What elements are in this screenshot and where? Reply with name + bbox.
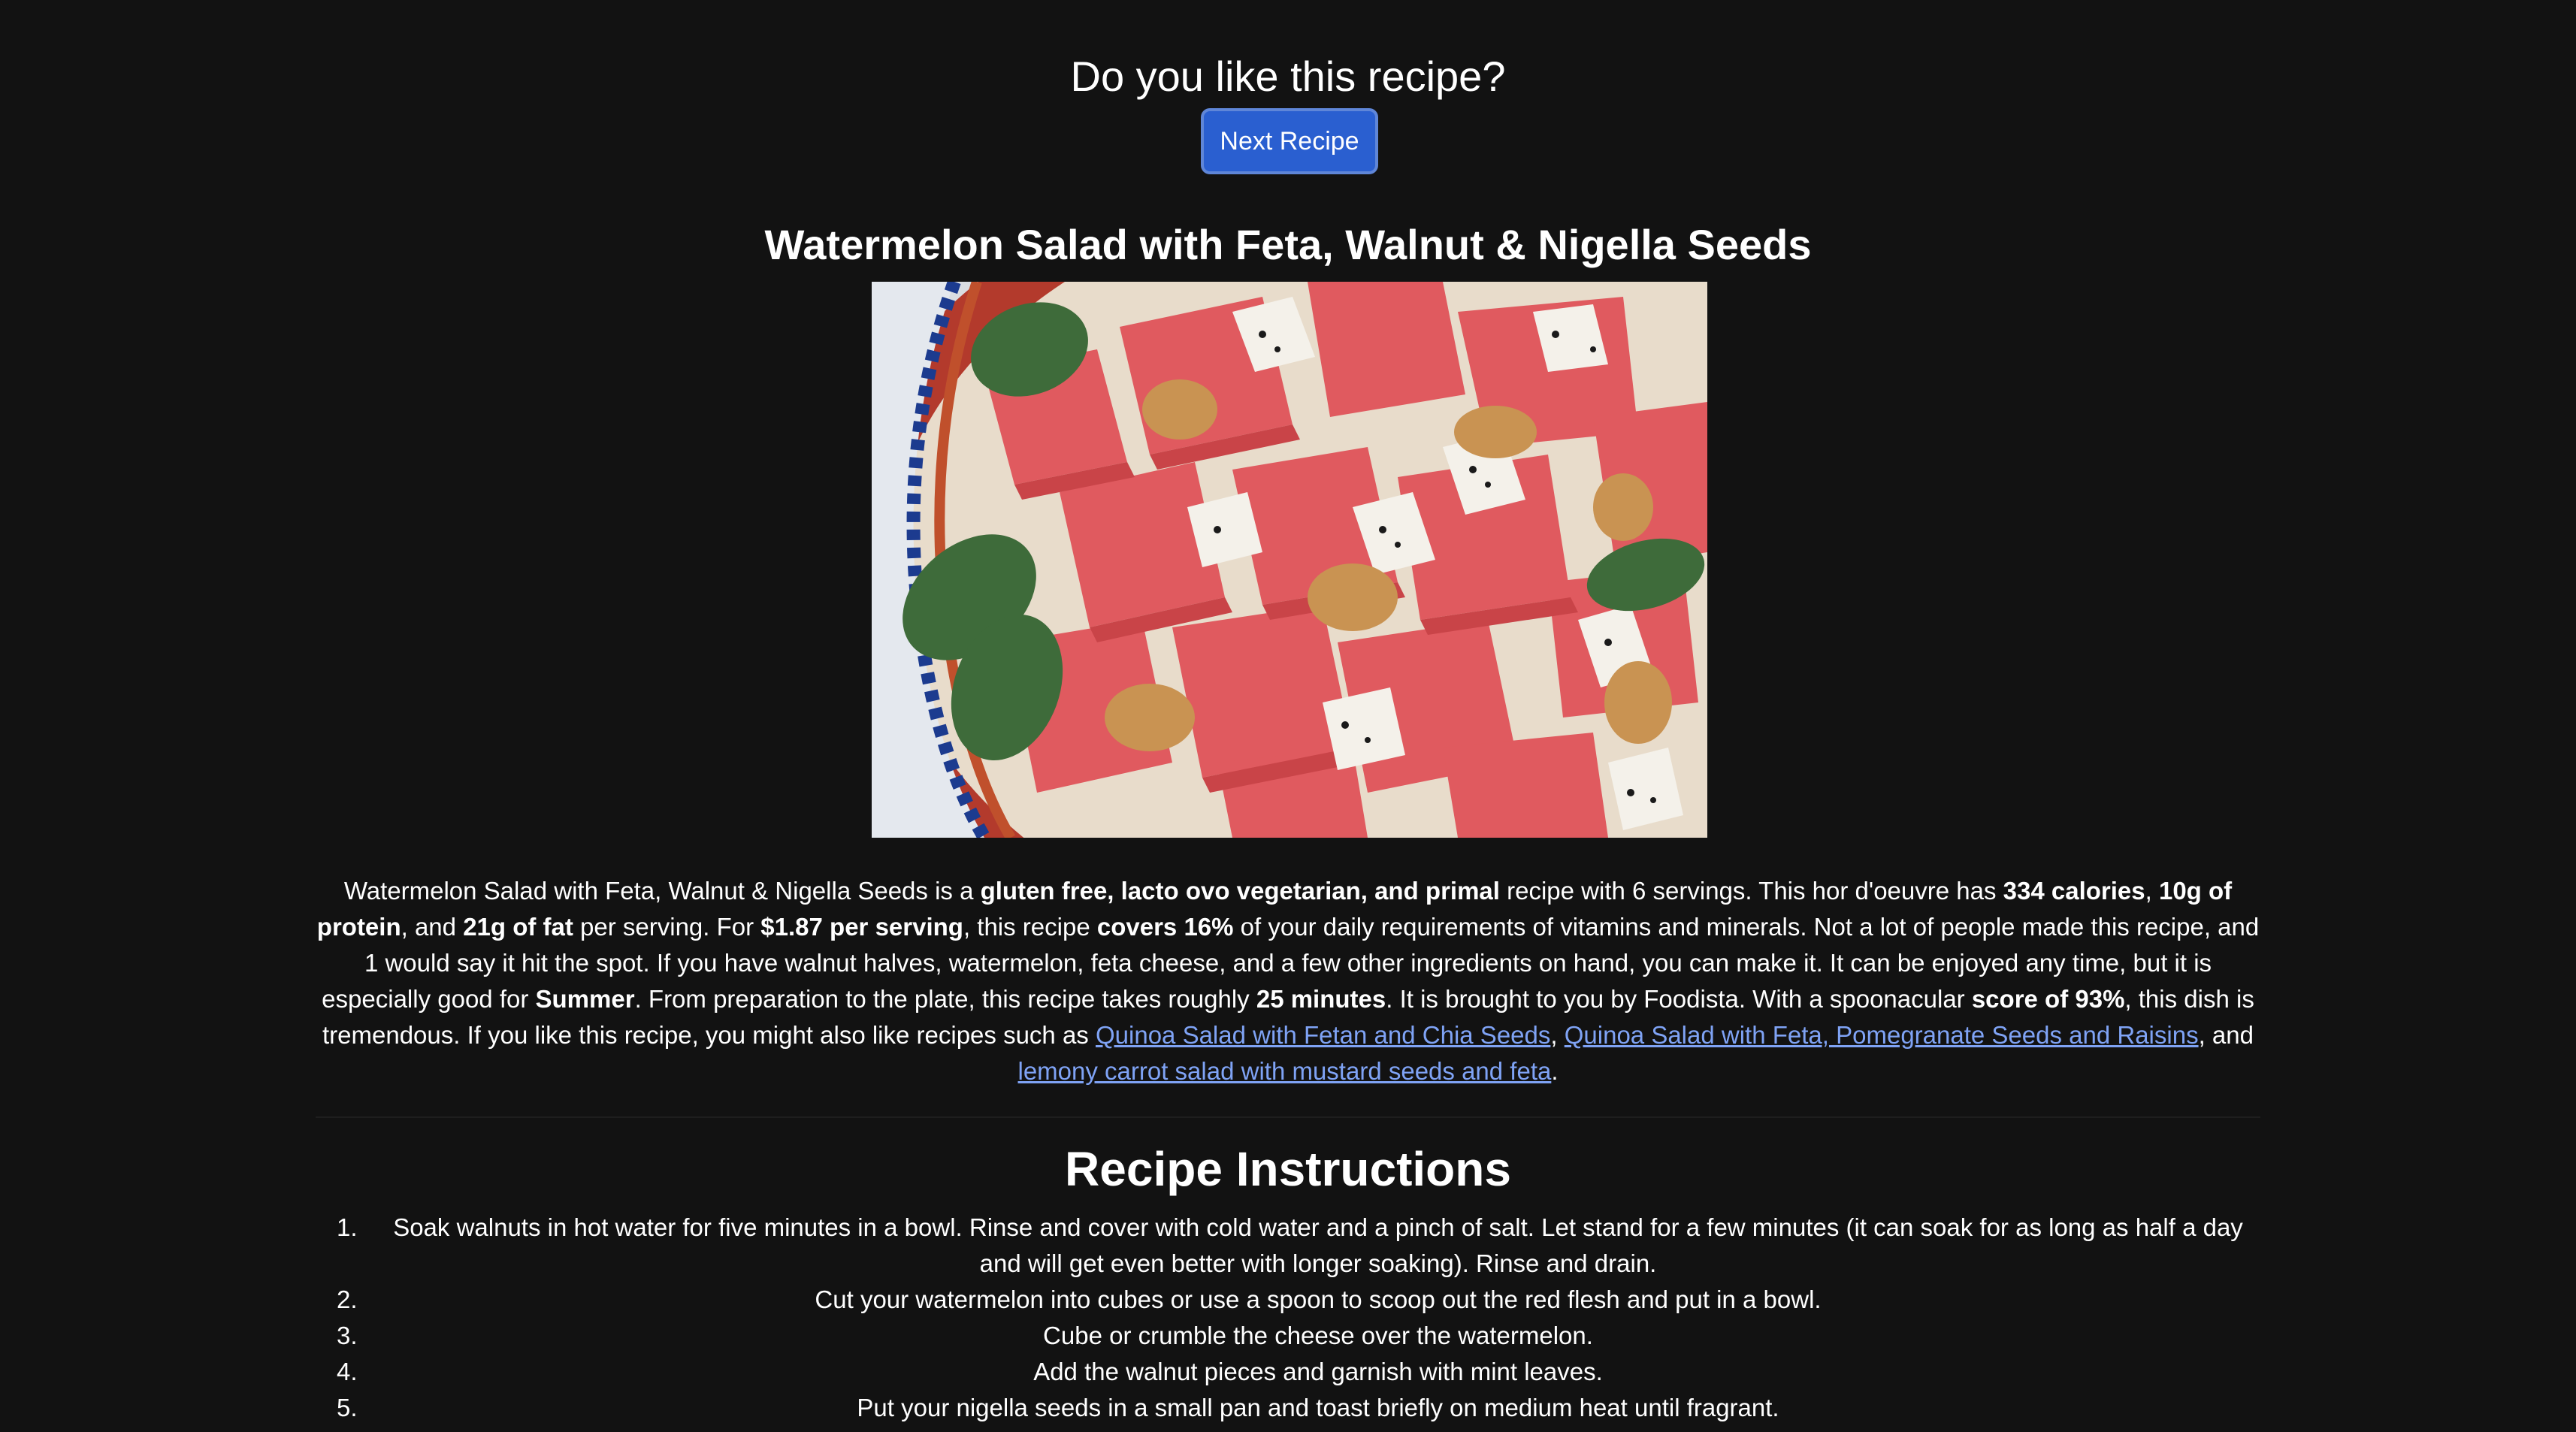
watermelon-salad-photo [872, 282, 1707, 838]
step-number: 1. [337, 1213, 358, 1241]
instruction-step: 4. Add the walnut pieces and garnish with… [316, 1354, 2260, 1390]
section-divider [316, 1116, 2260, 1118]
instruction-step: 5. Put your nigella seeds in a small pan … [316, 1390, 2260, 1426]
step-number: 2. [337, 1285, 358, 1313]
page: Do you like this recipe? Next Recipe Wat… [0, 0, 2576, 1432]
step-number: 4. [337, 1358, 358, 1385]
step-text: Cut your watermelon into cubes or use a … [815, 1285, 1822, 1313]
instructions-heading: Recipe Instructions [1065, 1142, 1511, 1196]
step-text: Put your nigella seeds in a small pan an… [857, 1394, 1779, 1421]
instruction-step: 3. Cube or crumble the cheese over the wa… [316, 1318, 2260, 1354]
instruction-step: 2. Cut your watermelon into cubes or use … [316, 1282, 2260, 1318]
recipe-summary: Watermelon Salad with Feta, Walnut & Nig… [316, 877, 2260, 1085]
step-text: Soak walnuts in hot water for five minut… [393, 1213, 2243, 1277]
like-prompt-heading: Do you like this recipe? [1070, 53, 1506, 100]
step-number: 5. [337, 1394, 358, 1421]
step-text: Cube or crumble the cheese over the wate… [1043, 1322, 1593, 1349]
related-recipe-link-1[interactable]: Quinoa Salad with Fetan and Chia Seeds [1096, 1021, 1550, 1049]
instructions-list: 1. Soak walnuts in hot water for five min… [316, 1210, 2260, 1426]
related-recipe-link-3[interactable]: lemony carrot salad with mustard seeds a… [1017, 1057, 1551, 1085]
next-recipe-button[interactable]: Next Recipe [1201, 108, 1378, 174]
recipe-title: Watermelon Salad with Feta, Walnut & Nig… [764, 221, 1812, 268]
step-number: 3. [337, 1322, 358, 1349]
instruction-step: 1. Soak walnuts in hot water for five min… [316, 1210, 2260, 1282]
recipe-image [872, 282, 1707, 838]
related-recipe-link-2[interactable]: Quinoa Salad with Feta, Pomegranate Seed… [1565, 1021, 2199, 1049]
step-text: Add the walnut pieces and garnish with m… [1033, 1358, 1603, 1385]
